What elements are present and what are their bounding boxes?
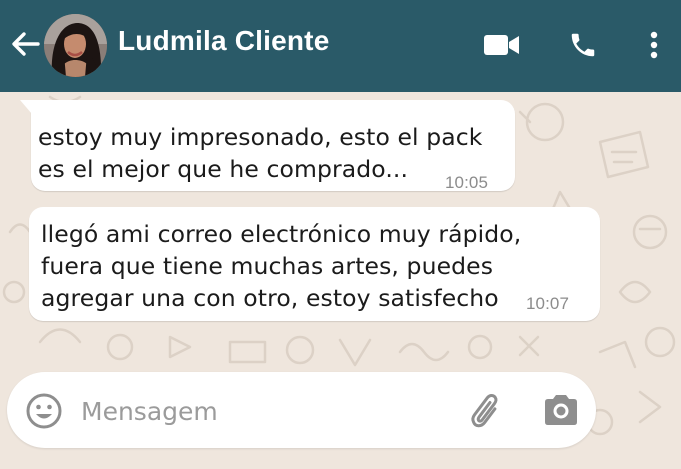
camera-icon — [545, 395, 577, 425]
message-line: es el mejor que he comprado... — [38, 155, 409, 183]
voice-call-button[interactable] — [561, 22, 605, 68]
bubble-tail — [20, 100, 32, 114]
message-text: estoy muy impresonado, esto el pack es e… — [38, 121, 483, 185]
emoji-icon — [26, 393, 62, 429]
arrow-left-icon — [12, 32, 40, 56]
profile-photo — [44, 14, 107, 77]
more-vertical-icon — [650, 31, 658, 59]
message-timestamp: 10:05 — [445, 173, 489, 192]
attach-button[interactable] — [467, 390, 507, 430]
camera-button[interactable] — [541, 392, 581, 430]
more-options-button[interactable] — [632, 22, 676, 68]
video-camera-icon — [484, 35, 519, 55]
video-call-button[interactable] — [480, 22, 524, 68]
contact-name[interactable]: Ludmila Cliente — [118, 25, 329, 57]
message-bubble[interactable]: estoy muy impresonado, esto el pack es e… — [20, 100, 515, 192]
avatar[interactable] — [44, 14, 107, 77]
message-bubble[interactable]: llegó ami correo electrónico muy rápido,… — [29, 207, 600, 321]
message-line: fuera que tiene muchas artes, puedes — [41, 252, 494, 280]
chat-header: Ludmila Cliente — [0, 0, 681, 92]
message-line: llegó ami correo electrónico muy rápido, — [41, 220, 522, 248]
message-composer — [7, 372, 596, 448]
paperclip-icon — [471, 393, 498, 428]
phone-icon — [571, 33, 595, 57]
emoji-button[interactable] — [25, 392, 63, 430]
message-text: llegó ami correo electrónico muy rápido,… — [41, 218, 521, 314]
message-line: estoy muy impresonado, esto el pack — [38, 123, 483, 151]
message-line: agregar una con otro, estoy satisfecho — [41, 284, 499, 312]
message-input[interactable] — [79, 390, 453, 432]
back-button[interactable] — [6, 24, 44, 64]
message-timestamp: 10:07 — [526, 294, 570, 313]
